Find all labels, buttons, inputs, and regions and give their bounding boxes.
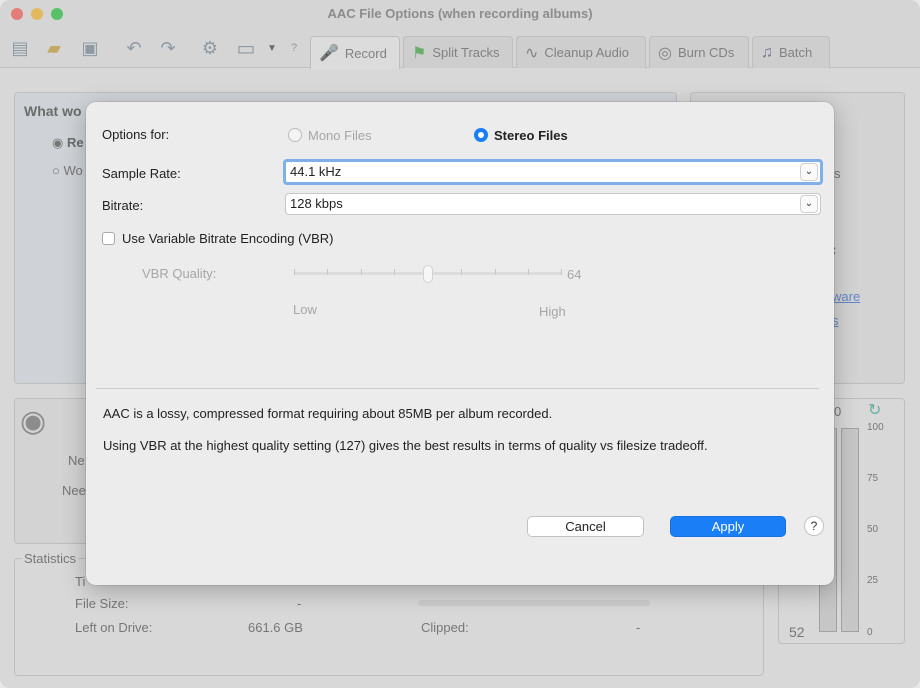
vbr-quality-value: 64 [567, 267, 582, 282]
sample-rate-value: 44.1 kHz [290, 164, 342, 179]
slider-tick [461, 269, 462, 275]
help-button[interactable]: ? [804, 516, 824, 536]
bitrate-value: 128 kbps [290, 196, 343, 211]
vbr-quality-slider-knob[interactable] [423, 265, 433, 283]
mono-files-radio[interactable] [288, 128, 302, 142]
stereo-files-label: Stereo Files [494, 128, 568, 143]
vbr-high-label: High [539, 304, 566, 319]
section-divider [96, 388, 819, 389]
sample-rate-label: Sample Rate: [102, 166, 181, 181]
chevron-down-icon: ⌄ [800, 163, 818, 181]
aac-options-dialog: Options for: Mono Files Stereo Files Sam… [86, 102, 834, 585]
apply-button[interactable]: Apply [670, 516, 786, 537]
vbr-checkbox-label: Use Variable Bitrate Encoding (VBR) [122, 231, 334, 246]
cancel-button[interactable]: Cancel [527, 516, 644, 537]
mono-files-label: Mono Files [308, 128, 372, 143]
vbr-checkbox[interactable] [102, 232, 115, 245]
slider-tick [528, 269, 529, 275]
info-text-line-2: Using VBR at the highest quality setting… [103, 438, 708, 453]
slider-tick [561, 269, 562, 275]
slider-tick [327, 269, 328, 275]
bitrate-select[interactable]: 128 kbps ⌄ [285, 193, 821, 215]
slider-tick [495, 269, 496, 275]
slider-tick [294, 269, 295, 275]
slider-tick [361, 269, 362, 275]
chevron-down-icon: ⌄ [800, 195, 818, 213]
options-for-label: Options for: [102, 127, 170, 142]
bitrate-label: Bitrate: [102, 198, 144, 213]
vbr-low-label: Low [293, 302, 317, 317]
vbr-quality-label: VBR Quality: [142, 266, 217, 281]
info-text-line-1: AAC is a lossy, compressed format requir… [103, 406, 553, 421]
stereo-files-radio[interactable] [474, 128, 488, 142]
sample-rate-select[interactable]: 44.1 kHz ⌄ [283, 159, 823, 185]
slider-tick [394, 269, 395, 275]
